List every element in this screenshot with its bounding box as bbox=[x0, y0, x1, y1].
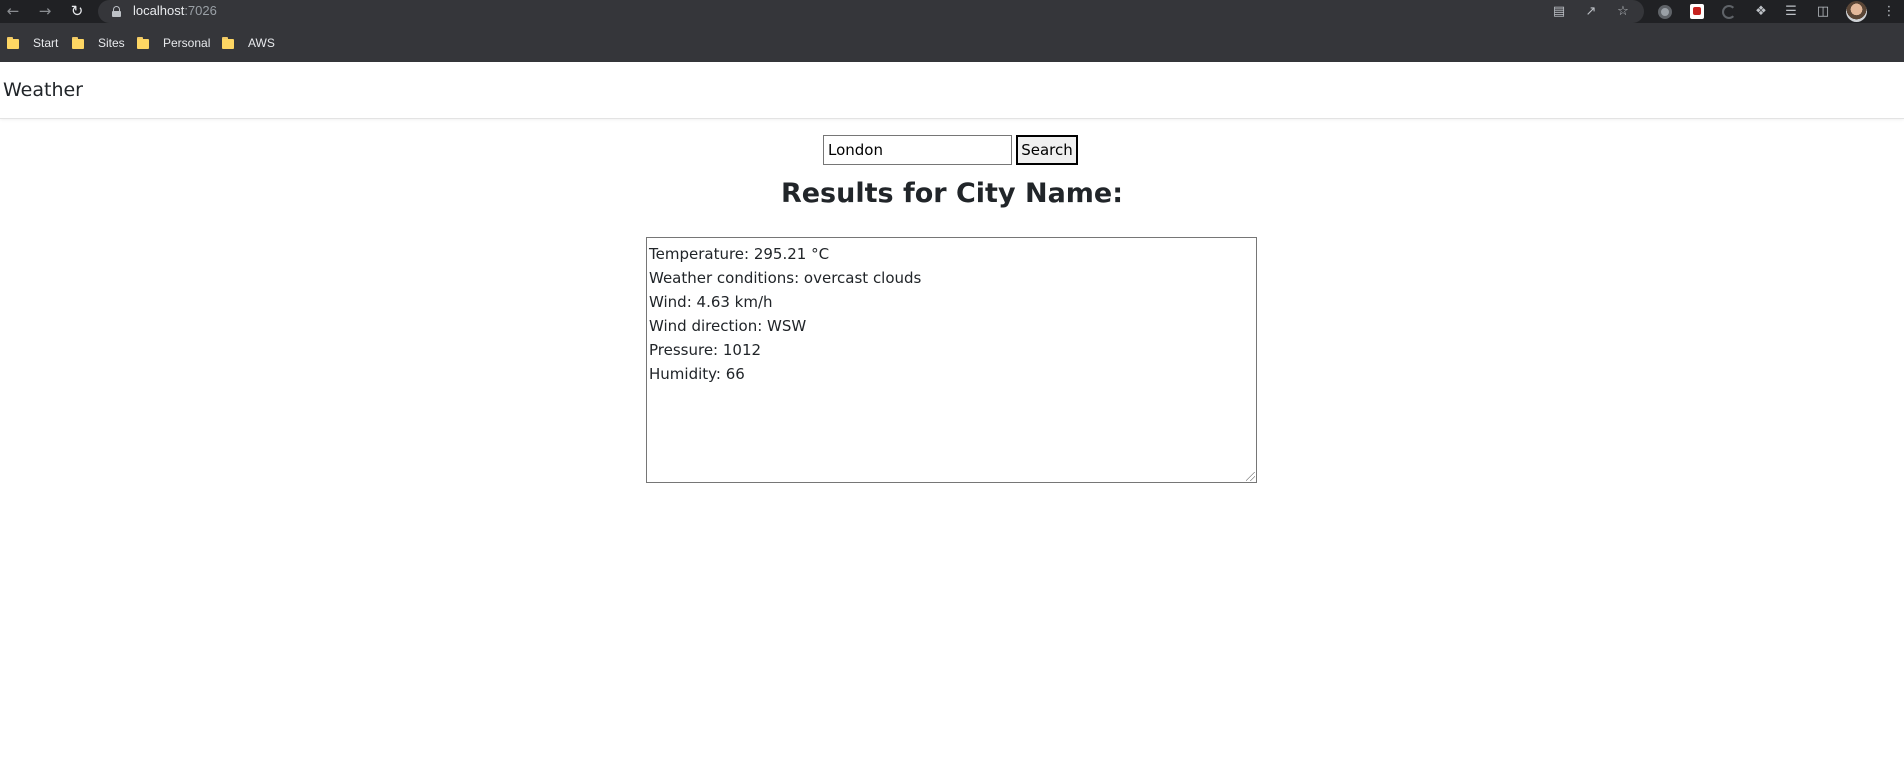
translate-icon[interactable]: ▤ bbox=[1550, 3, 1568, 20]
lock-icon[interactable] bbox=[112, 6, 121, 17]
url-port: :7026 bbox=[184, 3, 217, 18]
extensions-puzzle-icon[interactable]: ❖ bbox=[1752, 3, 1770, 20]
bookmark-label: AWS bbox=[248, 36, 275, 50]
address-bar[interactable]: localhost:7026 ▤ ↗ ☆ bbox=[98, 0, 1644, 23]
folder-icon bbox=[222, 37, 234, 49]
folder-icon bbox=[72, 37, 84, 49]
bookmark-personal[interactable]: Personal bbox=[137, 34, 210, 52]
results-title: Results for City Name: bbox=[780, 178, 1124, 209]
forward-arrow-icon[interactable]: → bbox=[34, 0, 56, 23]
share-icon[interactable]: ↗ bbox=[1582, 3, 1600, 20]
side-panel-icon[interactable]: ◫ bbox=[1814, 3, 1832, 20]
extension-crescent-icon[interactable] bbox=[1720, 3, 1738, 20]
pdf-extension-icon[interactable] bbox=[1688, 3, 1706, 20]
bookmark-label: Sites bbox=[98, 36, 125, 50]
bookmark-label: Start bbox=[33, 36, 59, 50]
result-wind-direction: Wind direction: WSW bbox=[649, 317, 807, 335]
reload-icon[interactable]: ↻ bbox=[66, 0, 88, 23]
browser-toolbar: ← → ↻ localhost:7026 ▤ ↗ ☆ ❖ ☰ ◫ ⋮ bbox=[0, 0, 1904, 23]
city-search-input[interactable] bbox=[823, 135, 1012, 165]
bookmark-label: Personal bbox=[163, 36, 211, 50]
folder-icon bbox=[137, 37, 149, 49]
bookmark-sites[interactable]: Sites bbox=[72, 34, 125, 52]
bookmarks-bar: Start Sites Personal AWS bbox=[0, 23, 1904, 62]
app-navbar: Weather bbox=[0, 62, 1904, 119]
url-text[interactable]: localhost:7026 bbox=[133, 3, 217, 18]
folder-icon bbox=[7, 37, 19, 49]
search-button[interactable]: Search bbox=[1016, 135, 1078, 165]
back-arrow-icon[interactable]: ← bbox=[2, 0, 24, 23]
bookmark-start[interactable]: Start bbox=[7, 34, 58, 52]
url-host: localhost bbox=[133, 3, 185, 18]
profile-avatar[interactable] bbox=[1846, 1, 1867, 22]
result-temperature: Temperature: 295.21 °C bbox=[649, 245, 830, 263]
result-humidity: Humidity: 66 bbox=[649, 365, 745, 383]
extension-circle-icon[interactable] bbox=[1656, 3, 1674, 20]
navbar-brand[interactable]: Weather bbox=[3, 79, 83, 101]
results-textarea[interactable]: Temperature: 295.21 °C Weather condition… bbox=[646, 237, 1257, 483]
bookmark-star-icon[interactable]: ☆ bbox=[1614, 3, 1632, 20]
more-menu-icon[interactable]: ⋮ bbox=[1880, 3, 1898, 20]
bookmark-aws[interactable]: AWS bbox=[222, 34, 275, 52]
result-wind: Wind: 4.63 km/h bbox=[649, 293, 773, 311]
result-pressure: Pressure: 1012 bbox=[649, 341, 762, 359]
media-queue-icon[interactable]: ☰ bbox=[1782, 3, 1800, 20]
result-conditions: Weather conditions: overcast clouds bbox=[649, 269, 922, 287]
resize-handle-icon[interactable] bbox=[1246, 472, 1255, 481]
